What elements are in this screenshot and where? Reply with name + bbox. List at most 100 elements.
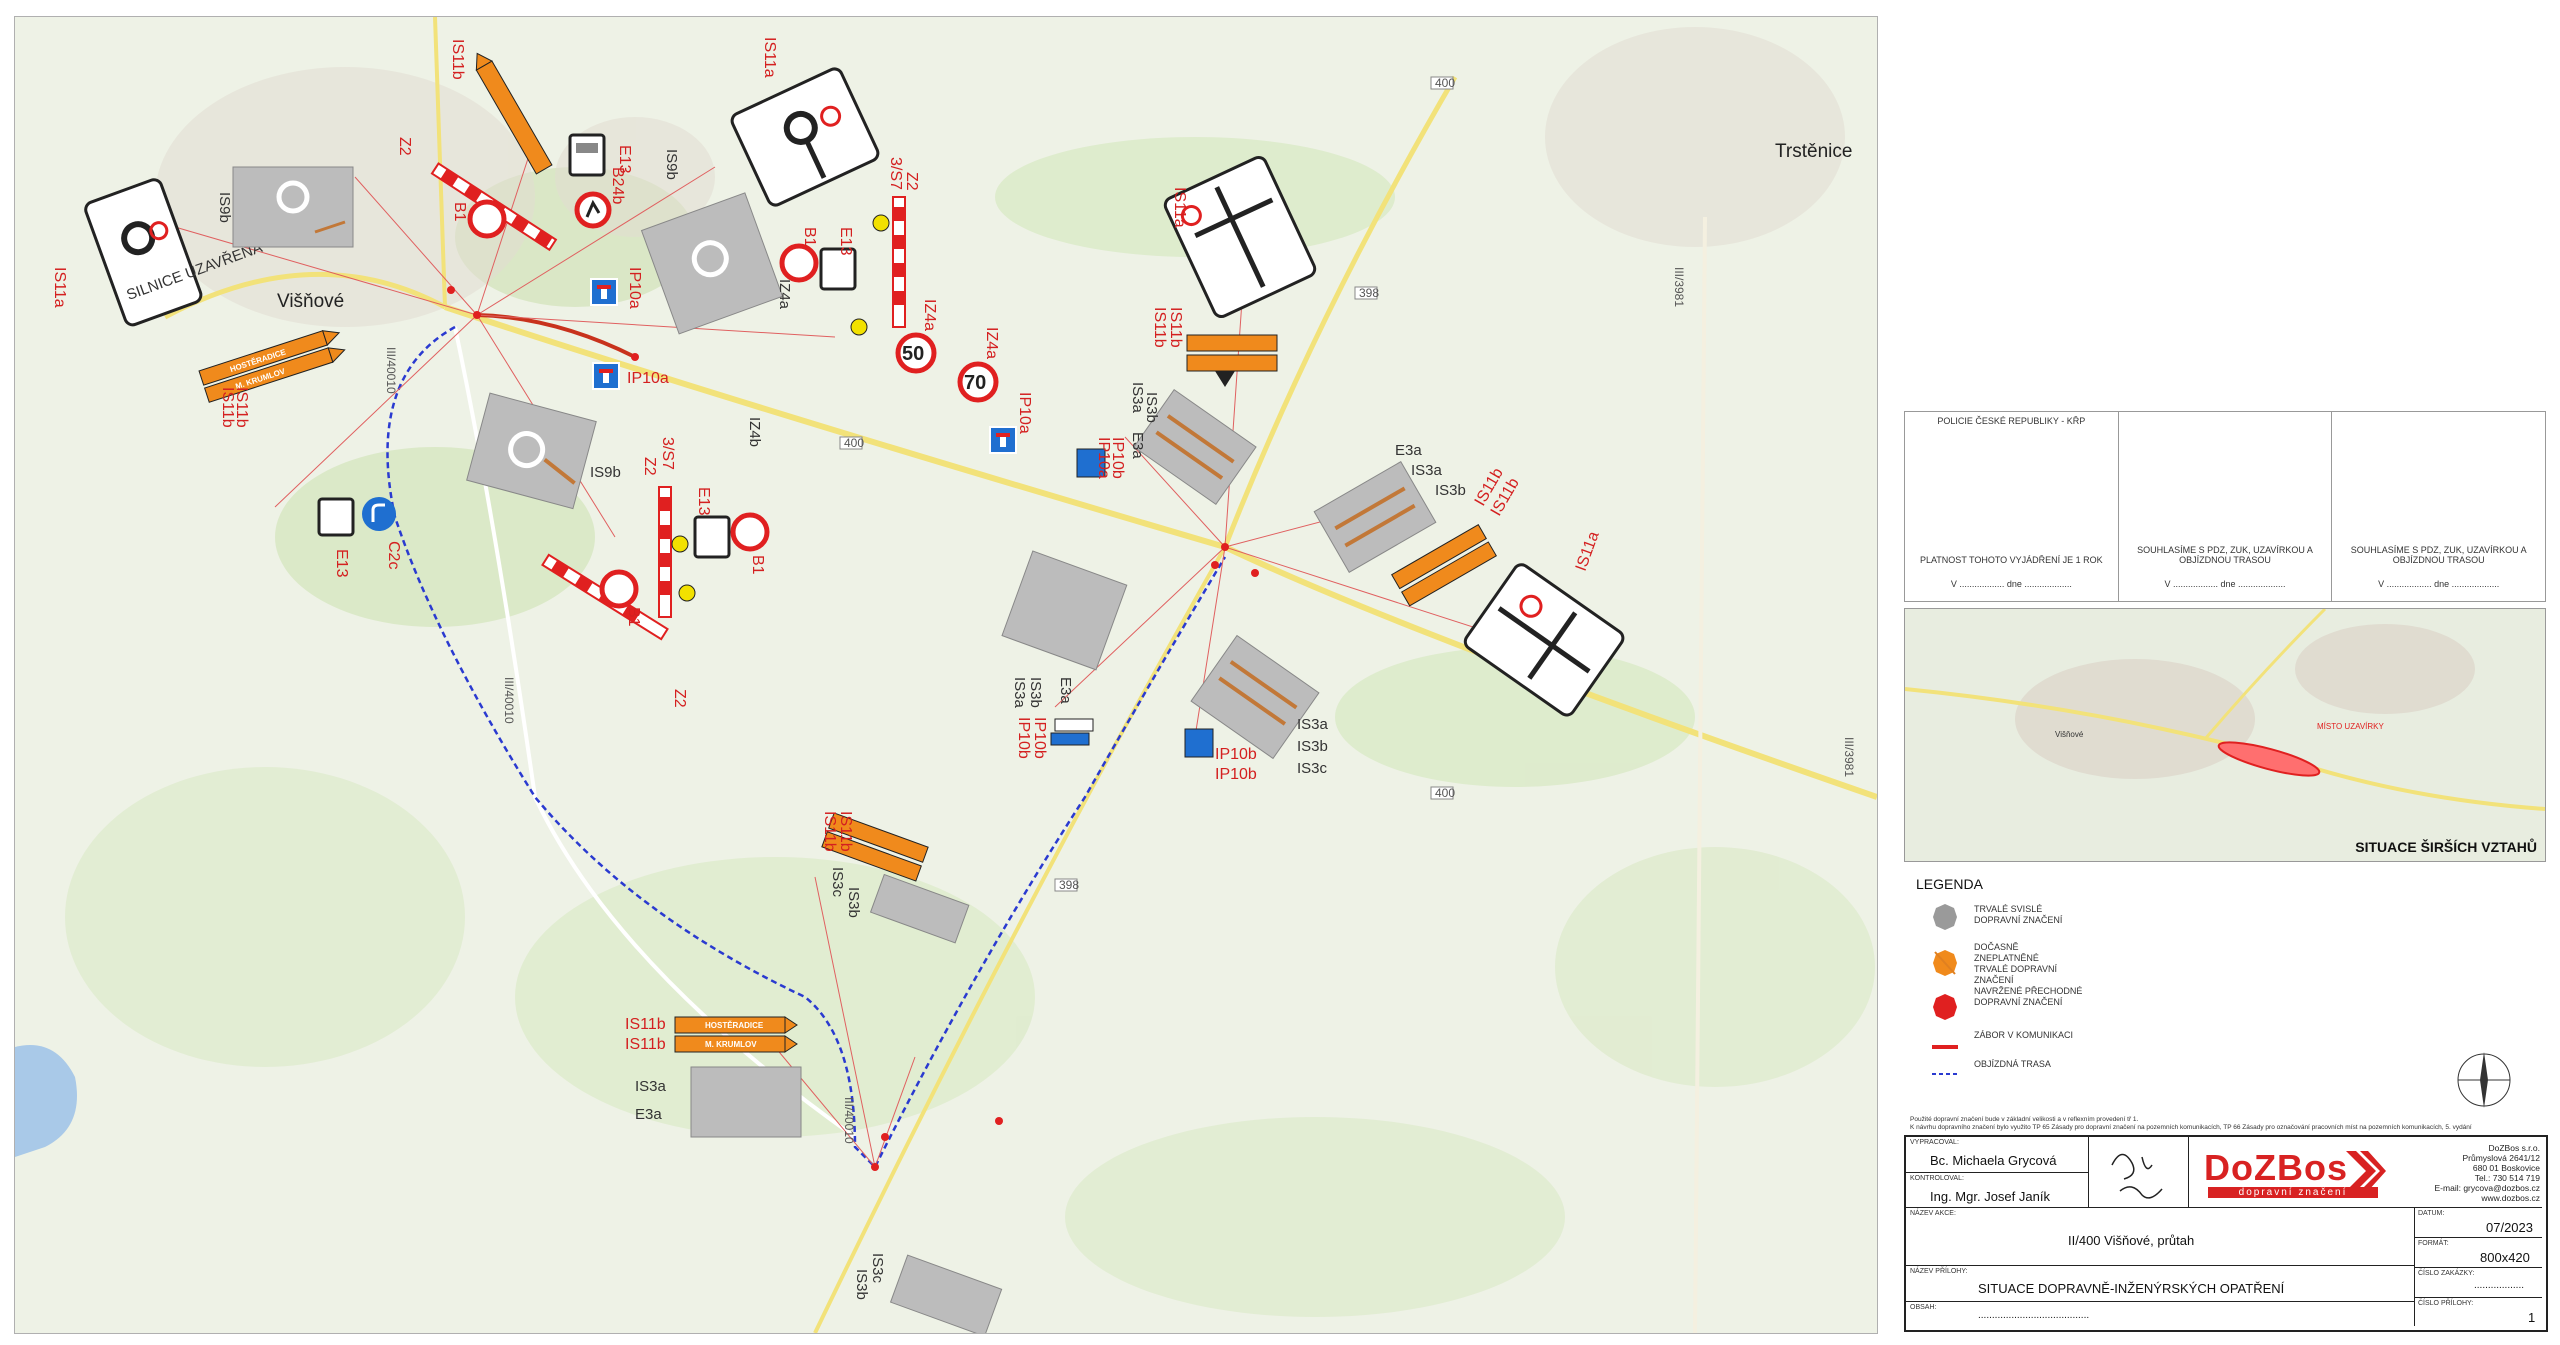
sign-is11b-junction-top[interactable] xyxy=(1186,334,1278,387)
barrier-z2-lower[interactable] xyxy=(658,486,672,618)
legend-item-detour: OBJÍZDNÁ TRASA xyxy=(1974,1059,2051,1069)
approval-date: V .................. dne ...............… xyxy=(1950,579,2072,589)
approval-box-2: SOUHLASÍME S PDZ, ZUK, UZAVÍRKOU A OBJÍZ… xyxy=(2119,412,2333,601)
company-line: Průmyslová 2641/12 xyxy=(2462,1153,2541,1163)
sign-code: IS11b xyxy=(625,1016,666,1033)
warning-light-icon xyxy=(671,535,689,553)
sign-code: IS11b xyxy=(1151,307,1168,348)
sign-code: IS3c xyxy=(869,1253,886,1284)
sign-code: IS11b xyxy=(821,811,838,852)
order-value: .................. xyxy=(2474,1280,2525,1291)
sign-is3-southwest-gray[interactable] xyxy=(690,1066,802,1138)
company-line: www.dozbos.cz xyxy=(2481,1193,2540,1203)
closure-line-icon xyxy=(1932,1045,1958,1049)
closure-location-label: MÍSTO UZAVÍRKY xyxy=(2317,722,2384,731)
legend-item-invalidated: DOČASNĚ ZNEPLATNĚNÉ TRVALÉ DOPRAVNÍ ZNAČ… xyxy=(1974,942,2058,985)
sign-b20a-70[interactable]: 70 xyxy=(957,361,999,403)
sign-code: IZ4a xyxy=(921,299,938,331)
sign-code: IZ4a xyxy=(776,279,793,310)
sign-code: IS11b xyxy=(233,387,250,428)
attachment-label: NÁZEV PŘÍLOHY: xyxy=(1910,1268,1968,1275)
sign-ip10a-3[interactable] xyxy=(989,426,1017,454)
company-logo: DoZBos dopravní značení xyxy=(2196,1143,2414,1199)
attachment-no-value: 1 xyxy=(2528,1310,2536,1325)
sign-code: IS3c xyxy=(1297,760,1328,777)
sign-ip10a-1[interactable] xyxy=(590,278,618,306)
content-value: ........................................ xyxy=(1978,1310,2090,1321)
sign-code: IS11b xyxy=(449,39,466,80)
sign-code: 3/S7 xyxy=(887,157,904,190)
title-block: VYPRACOVAL: Bc. Michaela Grycová KONTROL… xyxy=(1904,1135,2548,1332)
sign-code: IP10b xyxy=(1215,766,1257,783)
sign-code: Z2 xyxy=(396,137,413,156)
sign-b1-lower[interactable] xyxy=(599,569,639,609)
sign-code: E3a xyxy=(1057,677,1074,704)
sign-b20a-50[interactable]: 50 xyxy=(895,332,937,374)
approval-box-3: SOUHLASÍME S PDZ, ZUK, UZAVÍRKOU A OBJÍZ… xyxy=(2332,412,2545,601)
order-label: ČÍSLO ZAKÁZKY: xyxy=(2418,1270,2475,1277)
sign-code: IS11a xyxy=(761,37,778,78)
sign-is11a-top[interactable] xyxy=(729,66,880,207)
sign-code: Z2 xyxy=(903,172,920,191)
warning-light-icon xyxy=(678,584,696,602)
legend-symbols xyxy=(1932,904,1958,1075)
sign-ip10a-2[interactable] xyxy=(592,362,620,390)
temporary-sign-icon xyxy=(1933,994,1957,1020)
company-address: DoZBos s.r.o. Průmyslová 2641/12 680 01 … xyxy=(2435,1143,2540,1203)
sign-is3-west[interactable] xyxy=(1001,550,1128,671)
action-label: NÁZEV AKCE: xyxy=(1910,1210,1956,1217)
sign-code: IS3b xyxy=(1297,738,1328,755)
barrier-z2-right[interactable] xyxy=(892,196,906,328)
sign-code: IP10b xyxy=(1015,717,1032,759)
sign-code: IP10b xyxy=(1215,746,1257,763)
sign-code: IS11a xyxy=(1573,529,1603,573)
closure-segment xyxy=(476,313,636,359)
approval-date: V .................. dne ...............… xyxy=(2164,579,2286,589)
village-areas xyxy=(155,27,1845,327)
sign-code: IS3b xyxy=(853,1269,870,1300)
legend: LEGENDA TRVALÉ SVISLÉ DOPRAVNÍ ZNAČENÍ D… xyxy=(1904,872,2544,1102)
road-number: 400 xyxy=(844,436,864,450)
sign-c2c[interactable] xyxy=(362,497,396,531)
context-map[interactable]: Višňové MÍSTO UZAVÍRKY SITUACE ŠIRŠÍCH V… xyxy=(1904,608,2546,862)
sign-b24b[interactable] xyxy=(574,191,612,229)
sign-b1-lower2[interactable] xyxy=(730,512,770,552)
sign-e13-far-left[interactable] xyxy=(317,497,355,537)
traffic-plan-map[interactable]: Višňové Trstěnice 400 400 400 398 398 II… xyxy=(14,16,1878,1334)
sign-ip10b-south[interactable] xyxy=(1184,728,1214,758)
legend-item-permanent: TRVALÉ SVISLÉ DOPRAVNÍ ZNAČENÍ xyxy=(1974,904,2063,925)
approval-body: SOUHLASÍME S PDZ, ZUK, UZAVÍRKOU A OBJÍZ… xyxy=(2350,545,2527,565)
approval-date: V .................. dne ...............… xyxy=(2378,579,2500,589)
sign-is9b-permanent[interactable] xyxy=(232,166,354,248)
legend-heading: LEGENDA xyxy=(1916,876,1983,892)
sign-text: M. KRUMLOV xyxy=(705,1040,757,1049)
sign-code: IS11b xyxy=(625,1036,666,1053)
sign-e13-top[interactable] xyxy=(568,133,606,177)
sign-is3-bottom-gray[interactable] xyxy=(889,1254,1003,1333)
sign-code: IP10a xyxy=(626,267,643,309)
sign-code: IZ4b xyxy=(746,417,763,447)
speed-value: 70 xyxy=(964,372,986,394)
approval-boxes: POLICIE ČESKÉ REPUBLIKY - KŘP PLATNOST T… xyxy=(1904,411,2546,602)
sign-b1-top[interactable] xyxy=(467,199,507,239)
legend-item-closure: ZÁBOR V KOMUNIKACI xyxy=(1974,1030,2074,1040)
sign-code: IS3c xyxy=(829,867,846,898)
map-canvas: Višňové Trstěnice 400 400 400 398 398 II… xyxy=(15,17,1877,1333)
sign-code: Z2 xyxy=(641,457,658,476)
sign-b1-center[interactable] xyxy=(779,243,819,283)
sign-e13-lower[interactable] xyxy=(693,515,731,559)
sign-code: IP10b xyxy=(1109,437,1126,479)
context-place-label: Višňové xyxy=(2055,730,2084,739)
permanent-sign-icon xyxy=(1933,904,1957,930)
sign-code: E13 xyxy=(837,227,854,256)
sign-code: B1 xyxy=(801,227,818,247)
sign-code: IS11a xyxy=(1171,187,1188,228)
road-number: III/40010 xyxy=(502,677,516,724)
legend-item-temporary: NAVRŽENÉ PŘECHODNÉ DOPRAVNÍ ZNAČENÍ xyxy=(1974,986,2083,1007)
sign-code: IS3a xyxy=(1297,716,1329,733)
format-label: FORMÁT: xyxy=(2418,1240,2449,1247)
sign-code: IS9b xyxy=(663,149,680,180)
sign-code: E13 xyxy=(616,145,633,174)
sign-e3a-west[interactable] xyxy=(1050,718,1094,746)
sign-code: IS3b xyxy=(1143,392,1160,423)
